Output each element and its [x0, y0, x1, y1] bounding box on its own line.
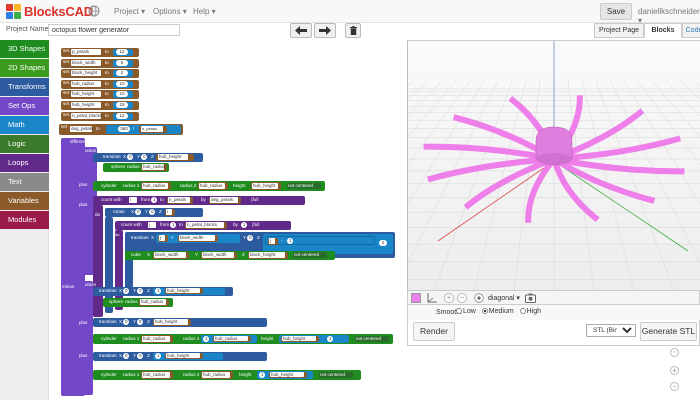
cylinder-block-bottom-1[interactable]: cylinder radius 1 hub_radius radius 2 1 …: [93, 334, 393, 344]
generate-stl-button[interactable]: Generate STL: [640, 322, 697, 341]
viewer-toolbar: + − diagonal ▾: [407, 290, 700, 305]
render-button[interactable]: Render: [413, 322, 455, 341]
color-swatch[interactable]: [411, 293, 421, 303]
set-variable-block[interactable]: set p_petals to 12: [61, 48, 139, 57]
smooth-options: Smooth: Low Medium High: [407, 305, 700, 320]
sphere-block-bottom[interactable]: sphere radius hub_radius: [103, 298, 173, 307]
axes-icon[interactable]: [426, 292, 438, 304]
cylinder-block-bottom-2[interactable]: cylinder radius 1 hub_radius radius 2 hu…: [93, 370, 361, 380]
top-navbar: BlocksCAD Project ▾ Options ▾ Help ▾ Sav…: [0, 0, 700, 25]
category-modules[interactable]: Modules: [0, 211, 49, 229]
tab-project-page[interactable]: Project Page: [594, 23, 644, 38]
workspace-zoom-in-icon[interactable]: +: [670, 366, 679, 375]
count-with-j-block[interactable]: count with j from 1 to n_petal_blocks by 1…: [115, 221, 291, 230]
camera-icon[interactable]: [525, 293, 536, 303]
category-transforms[interactable]: Transforms: [0, 78, 49, 96]
smooth-high-radio[interactable]: [519, 308, 526, 315]
set-variable-block[interactable]: set block_height to 2: [61, 69, 139, 79]
cube-block[interactable]: cube X block_width Y block_width Z block…: [125, 251, 335, 260]
undo-icon: [295, 26, 307, 35]
project-name-input[interactable]: [48, 24, 180, 36]
save-button[interactable]: Save: [600, 3, 632, 20]
union-block-bottom[interactable]: union plus plus: [77, 281, 96, 395]
translate-cylinder-bottom-block-2[interactable]: translate X0 Y0 Z 1 hub_height: [93, 352, 267, 361]
category-3d-shapes[interactable]: 3D Shapes: [0, 40, 49, 58]
count-with-i-body: do: [93, 205, 103, 317]
category-text[interactable]: Text: [0, 173, 49, 191]
logo-icon: [6, 3, 22, 20]
delete-button[interactable]: [345, 23, 361, 38]
menu-options[interactable]: Options ▾: [153, 7, 187, 16]
minus-label: minus: [62, 284, 75, 289]
block-category-sidebar: 3D Shapes 2D Shapes Transforms Set Ops M…: [0, 40, 49, 400]
set-variable-block[interactable]: set hub_radius to 10: [61, 79, 139, 89]
tab-blocks[interactable]: Blocks: [644, 23, 682, 38]
set-deg-petals-block[interactable]: set deg_petals to 360 / n_petals: [59, 124, 183, 135]
set-variable-block[interactable]: set hub_height to 10: [61, 90, 139, 100]
smooth-low-radio[interactable]: [456, 308, 462, 315]
view-select[interactable]: diagonal ▾: [488, 294, 520, 302]
redo-button[interactable]: [314, 23, 336, 38]
zoom-out-icon[interactable]: −: [457, 293, 467, 303]
smooth-radio-group[interactable]: Low Medium High: [452, 308, 541, 315]
render-canvas[interactable]: [408, 41, 700, 290]
3d-viewer[interactable]: [407, 40, 700, 290]
category-math[interactable]: Math: [0, 116, 49, 134]
category-variables[interactable]: Variables: [0, 192, 49, 210]
rotate-block[interactable]: rotate X0 Y0 Z i: [105, 208, 203, 217]
set-variable-block[interactable]: set block_width to 5: [61, 58, 139, 68]
menu-project[interactable]: Project ▾: [114, 7, 145, 16]
zoom-in-icon[interactable]: +: [444, 293, 454, 303]
blocks-workspace[interactable]: set p_petals to 12 set block_width to 5 set block…: [49, 40, 406, 400]
count-with-i-block[interactable]: count with i from 1 to n_petals by deg_pe…: [93, 196, 305, 205]
set-variable-block[interactable]: set n_petal_blocks to 12: [61, 111, 139, 121]
translate-petal-body: [125, 258, 133, 288]
set-variable-block[interactable]: set hub_height to 15: [61, 101, 139, 110]
translate-cylinder-bottom-block[interactable]: translate X0 Y0 Z hub_height: [93, 318, 267, 327]
category-logic[interactable]: Logic: [0, 135, 49, 153]
category-set-ops[interactable]: Set Ops: [0, 97, 49, 115]
translate-sphere-block[interactable]: translate X0 Y0 Z hub_height: [93, 153, 203, 162]
app-logo[interactable]: BlocksCAD: [6, 3, 93, 20]
translate-sphere-bottom-block[interactable]: translate X0 Y0 Z 1 hub_height: [93, 287, 233, 296]
globe-icon[interactable]: [88, 5, 100, 17]
workspace-zoom-out-icon[interactable]: −: [670, 382, 679, 391]
trash-icon: [349, 26, 357, 35]
category-2d-shapes[interactable]: 2D Shapes: [0, 59, 49, 77]
smooth-medium-radio[interactable]: [481, 308, 488, 315]
logo-text: BlocksCAD: [24, 4, 93, 19]
redo-icon: [319, 26, 331, 35]
menu-help[interactable]: Help ▾: [193, 7, 216, 16]
project-name-label: Project Name: [6, 26, 49, 33]
workspace-center-icon[interactable]: ◦: [670, 348, 679, 357]
cylinder-block-top[interactable]: cylinder radius 1 hub_radius radius 2 hu…: [93, 181, 325, 191]
category-loops[interactable]: Loops: [0, 154, 49, 172]
target-icon[interactable]: [474, 293, 484, 303]
tab-code[interactable]: Code: [682, 23, 700, 38]
undo-button[interactable]: [290, 23, 312, 38]
sphere-block[interactable]: sphere radius hub_radius: [103, 163, 169, 172]
divide-block[interactable]: 360 / n_petals: [106, 125, 181, 134]
format-select[interactable]: STL (Binary): [586, 324, 636, 337]
